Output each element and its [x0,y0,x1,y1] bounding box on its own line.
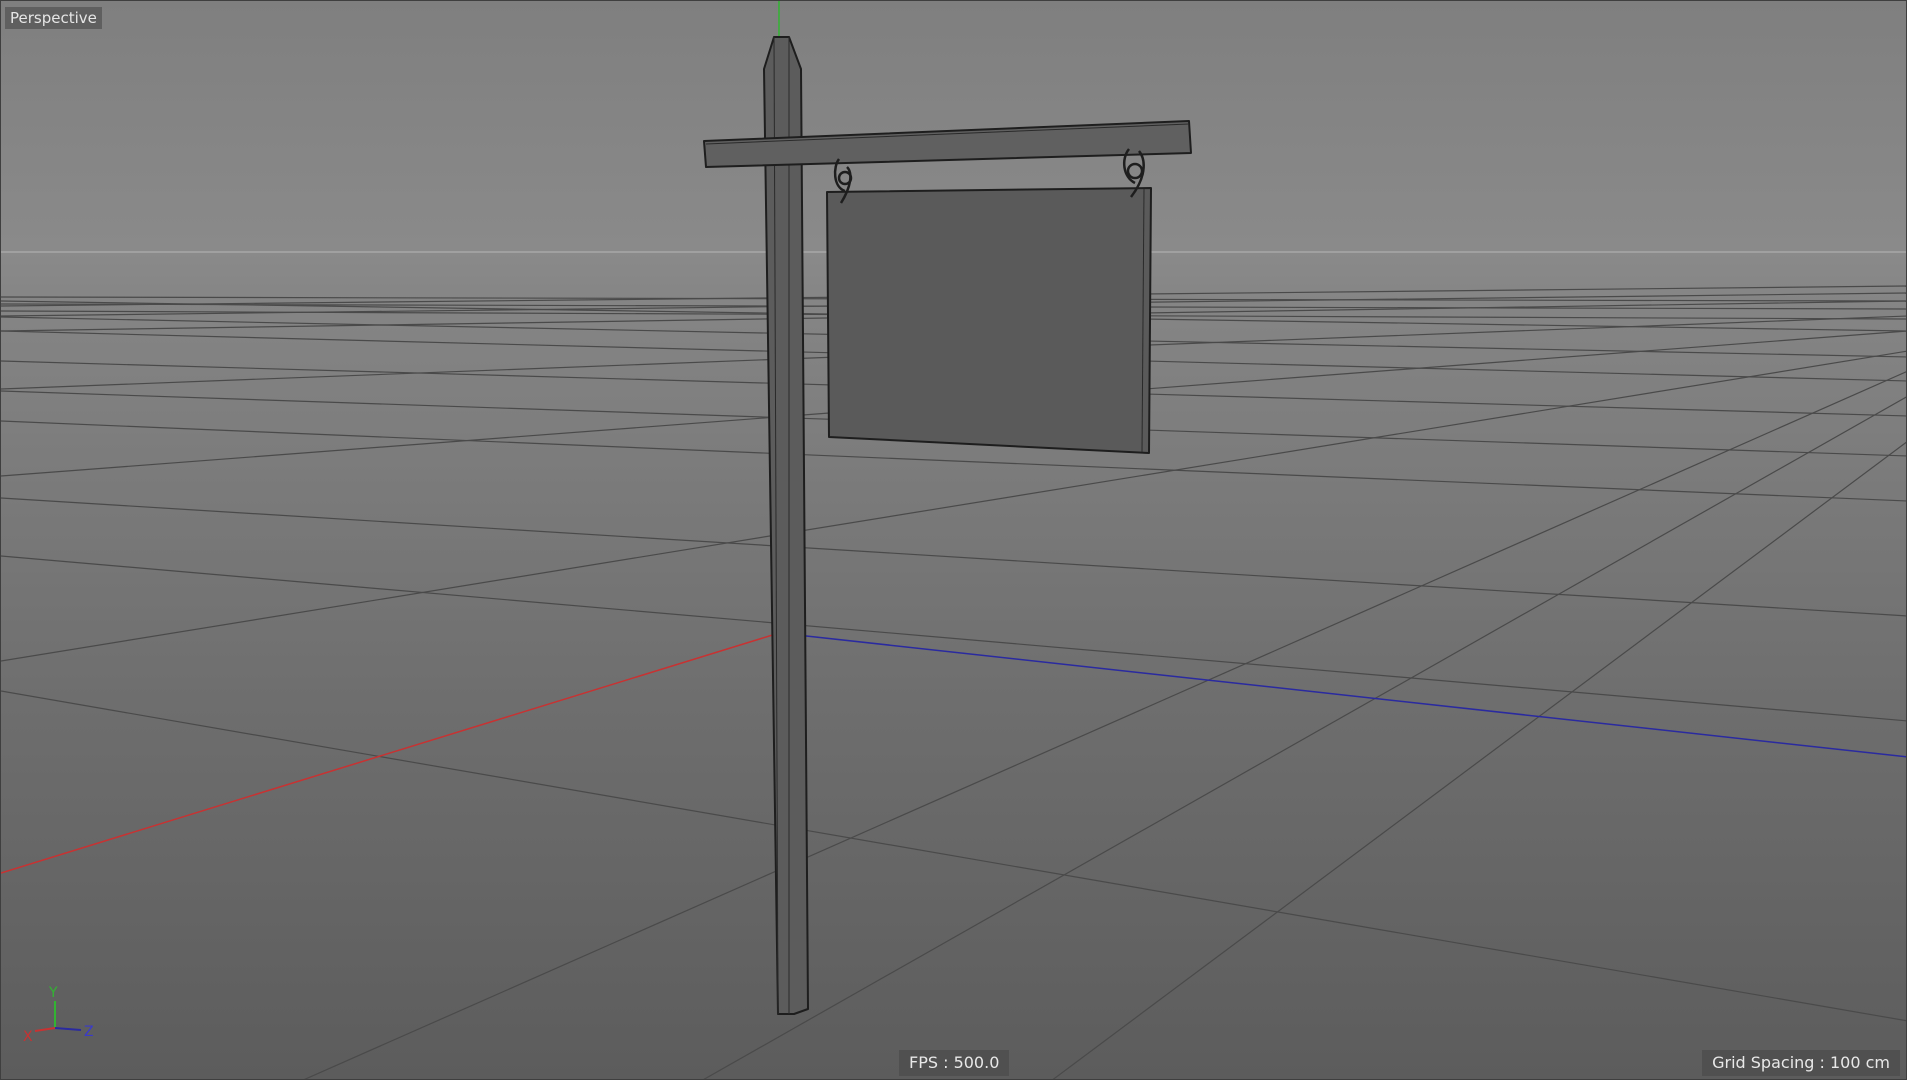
x-axis-line [1,632,780,874]
gizmo-y-label: Y [48,985,58,1001]
scene-canvas[interactable]: Y Z X [1,1,1907,1080]
sign-post-pole[interactable] [763,36,809,1015]
z-axis-line [778,632,1906,758]
grid-spacing-readout: Grid Spacing : 100 cm [1702,1050,1900,1076]
gizmo-x-label: X [23,1029,33,1045]
sign-post-object[interactable] [703,36,1192,1015]
3d-viewport[interactable]: Y Z X Perspective FPS : 500.0 Grid Spaci… [0,0,1907,1080]
gizmo-z-label: Z [84,1024,94,1040]
axis-gizmo: Y Z X [23,985,94,1045]
fps-readout: FPS : 500.0 [899,1050,1010,1076]
view-mode-label[interactable]: Perspective [5,7,102,29]
sign-board[interactable] [826,187,1152,454]
